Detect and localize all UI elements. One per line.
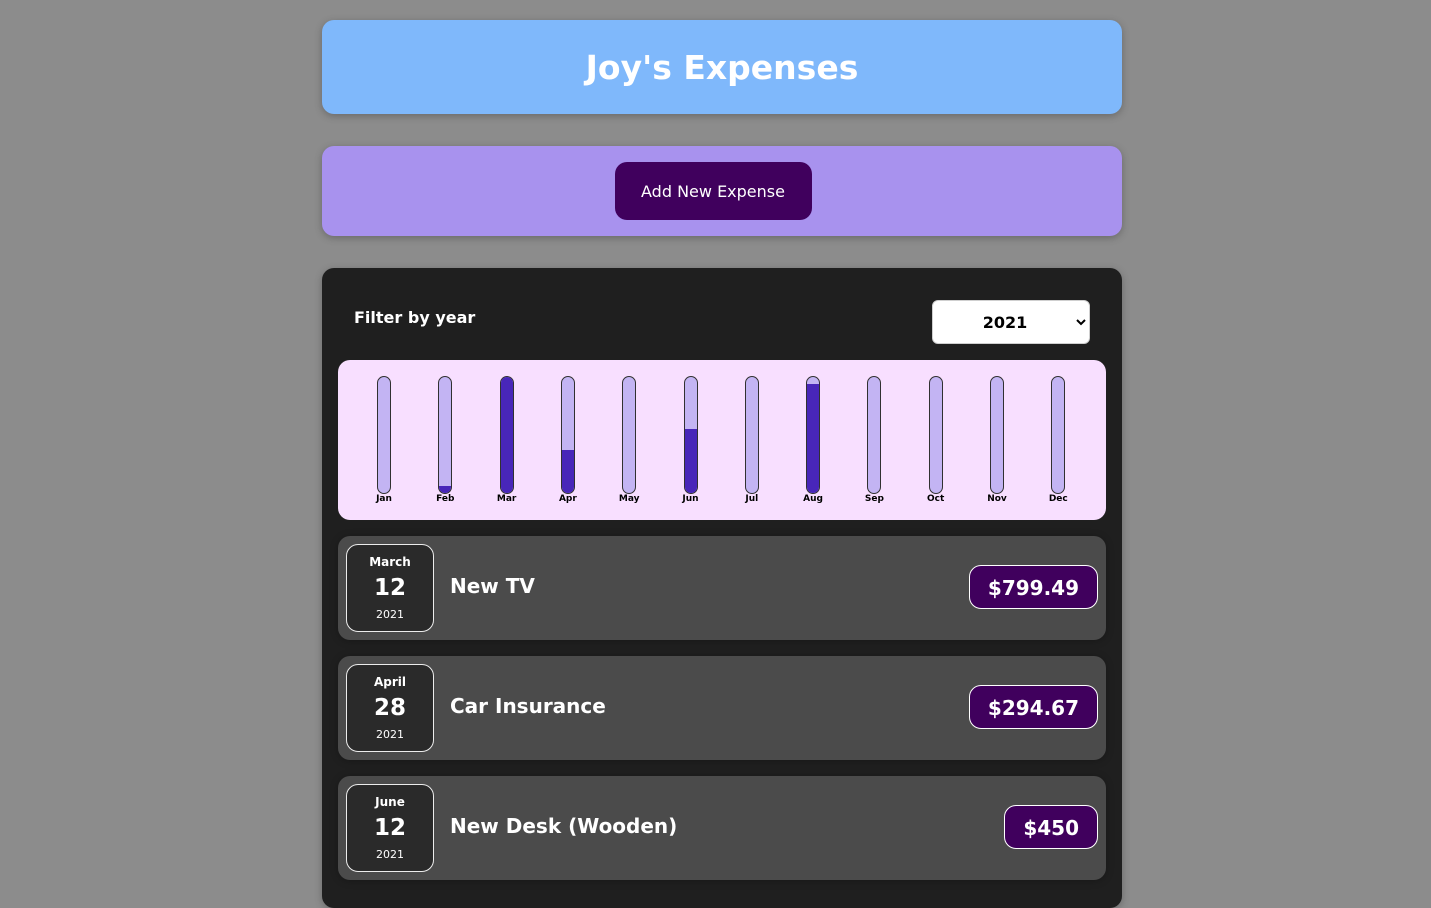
expense-item[interactable]: June 12 2021 New Desk (Wooden) $450	[338, 776, 1106, 880]
filter-label: Filter by year	[354, 308, 476, 327]
expense-date: April 28 2021	[346, 664, 434, 752]
expense-title: New Desk (Wooden)	[450, 814, 678, 838]
page-title: Joy's Expenses	[585, 47, 859, 87]
expense-date-day: 28	[373, 695, 406, 721]
expense-date: June 12 2021	[346, 784, 434, 872]
chart-bar-track	[438, 376, 453, 494]
expenses-panel: Filter by year 2021 Jan Feb Mar Apr May Jun Ju…	[322, 268, 1122, 908]
chart-bar-label: Oct	[927, 494, 945, 504]
chart-bar-fill	[807, 383, 820, 493]
expense-date-month: June	[375, 795, 405, 809]
chart-bar-oct: Oct	[916, 376, 956, 512]
chart-bar-track	[744, 376, 759, 494]
chart-bar-label: Sep	[864, 494, 884, 504]
chart-bar-track	[928, 376, 943, 494]
chart-bar-track	[377, 376, 391, 494]
chart-bar-label: Aug	[803, 494, 823, 504]
chart-bar-label: Dec	[1048, 494, 1068, 504]
expense-amount: $450	[1004, 805, 1098, 849]
chart-bar-track	[806, 376, 821, 494]
chart-bar-fill	[684, 429, 697, 493]
expense-date-day: 12	[373, 815, 406, 841]
expense-date-day: 12	[373, 575, 406, 601]
chart-bar-label: Mar	[496, 494, 517, 504]
chart-bar-label: Jul	[745, 494, 759, 504]
chart-bar-mar: Mar	[487, 376, 527, 512]
expense-date: March 12 2021	[346, 544, 434, 632]
chart-bar-jan: Jan	[364, 376, 404, 512]
expense-date-month: April	[373, 675, 407, 689]
expense-date-year: 2021	[376, 608, 404, 621]
chart-bar-feb: Feb	[425, 376, 465, 512]
expense-item[interactable]: April 28 2021 Car Insurance $294.67	[338, 656, 1106, 760]
chart-bar-dec: Dec	[1038, 376, 1078, 512]
chart-bar-fill	[561, 450, 574, 493]
chart-bar-track	[499, 376, 514, 494]
new-expense-panel: Add New Expense	[322, 146, 1122, 236]
chart-bar-label: Feb	[436, 494, 455, 504]
chart-bar-label: Jun	[682, 494, 699, 504]
header-card: Joy's Expenses	[322, 20, 1122, 114]
chart-bar-label: May	[618, 494, 640, 504]
chart-bar-fill	[439, 486, 452, 493]
expenses-filter: Filter by year 2021	[354, 300, 1090, 344]
chart-bar-track	[867, 376, 882, 494]
expense-title: New TV	[450, 574, 535, 598]
expense-amount: $294.67	[968, 685, 1098, 729]
chart-bar-jul: Jul	[732, 376, 772, 512]
expense-date-month: March	[369, 555, 411, 569]
chart-bar-label: Nov	[987, 494, 1007, 504]
chart-bar-sep: Sep	[854, 376, 894, 512]
chart-bar-track	[683, 376, 698, 494]
chart-bar-track	[622, 376, 637, 494]
chart-bar-track	[560, 376, 575, 494]
expense-title: Car Insurance	[450, 694, 606, 718]
chart-bar-fill	[500, 377, 513, 493]
add-new-expense-button[interactable]: Add New Expense	[614, 162, 812, 220]
expense-amount: $799.49	[968, 565, 1098, 609]
chart-bar-aug: Aug	[793, 376, 833, 512]
chart-bar-track	[1051, 376, 1066, 494]
expense-item[interactable]: March 12 2021 New TV $799.49	[338, 536, 1106, 640]
expenses-chart: Jan Feb Mar Apr May Jun Jul Aug Sep Oct Nov Dec	[338, 360, 1106, 520]
chart-bar-jun: Jun	[671, 376, 711, 512]
chart-bar-track	[990, 376, 1004, 494]
expense-date-year: 2021	[376, 848, 404, 861]
chart-bar-nov: Nov	[977, 376, 1017, 512]
chart-bar-apr: Apr	[548, 376, 588, 512]
expense-date-year: 2021	[376, 728, 404, 741]
chart-bar-may: May	[609, 376, 649, 512]
year-select[interactable]: 2021	[932, 300, 1090, 344]
chart-bar-label: Jan	[376, 494, 392, 504]
chart-bar-label: Apr	[558, 494, 577, 504]
